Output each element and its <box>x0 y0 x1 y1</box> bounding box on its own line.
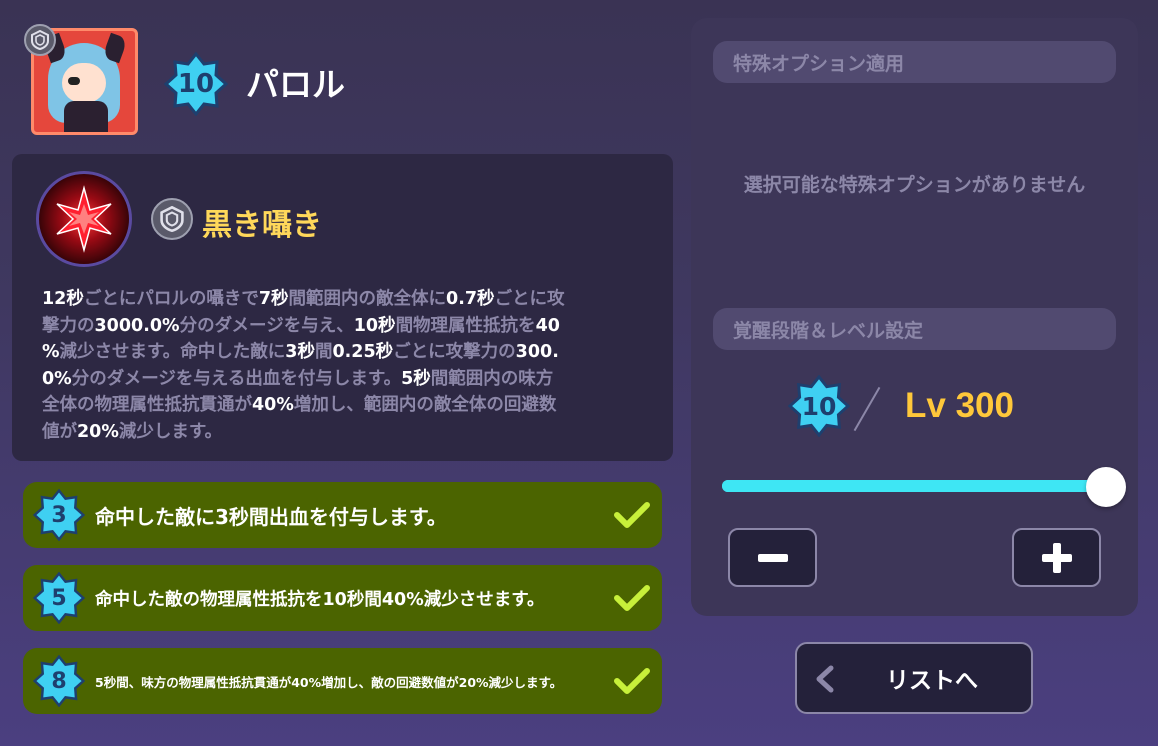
highlight-value: 0.7秒 <box>446 289 495 309</box>
skill-description-line: 12秒ごとにパロルの囁きで7秒間範囲内の敵全体に0.7秒ごとに攻 <box>42 286 642 313</box>
description-text: 間物理属性抵抗を <box>395 315 536 336</box>
special-option-empty-message: 選択可能な特殊オプションがありません <box>743 174 1086 196</box>
option-text: 5秒間、味方の物理属性抵抗貫通が40%増加し、敵の回避数値が20%減少します。 <box>95 674 563 690</box>
description-text: 減少します。 <box>118 421 223 442</box>
skill-description-line: 値が20%減少します。 <box>42 419 642 446</box>
skill-description-line: 撃力の3000.0%分のダメージを与え、10秒間物理属性抵抗を40 <box>42 313 642 340</box>
check-icon <box>614 502 650 528</box>
plus-icon <box>1041 542 1072 573</box>
description-text: ごとに攻撃力の <box>393 342 516 362</box>
awaken-level-badge: 10 <box>164 52 228 116</box>
description-text: 増加し、範囲内の敵全体の回避数 <box>293 395 557 415</box>
shield-grade-icon <box>151 198 193 240</box>
highlight-value: 40 <box>535 315 560 336</box>
awaken-option-row: 8 5秒間、味方の物理属性抵抗貫通が40%増加し、敵の回避数値が20%減少します… <box>23 648 662 714</box>
level-slider-track[interactable] <box>722 480 1112 492</box>
highlight-value: 10秒 <box>353 315 396 336</box>
highlight-value: 3秒 <box>285 342 315 362</box>
skill-name: 黒き囁き <box>202 208 322 243</box>
description-text: 間範囲内の味方 <box>430 368 554 389</box>
highlight-value: 7秒 <box>258 289 289 309</box>
description-text: 撃力の <box>42 315 95 336</box>
skill-description-line: 0%分のダメージを与える出血を付与します。5秒間範囲内の味方 <box>42 366 642 393</box>
shield-grade-icon <box>24 24 56 56</box>
level-slider-thumb[interactable] <box>1086 467 1126 507</box>
description-text: 減少させます。命中した敵に <box>59 342 286 362</box>
description-text: 全体の物理属性抵抗貫通が <box>42 395 252 415</box>
skill-panel: 黒き囁き 12秒ごとにパロルの囁きで7秒間範囲内の敵全体に0.7秒ごとに攻 撃力の… <box>12 154 673 461</box>
highlight-value: 5秒 <box>401 368 431 389</box>
back-to-list-label: リストへ <box>886 668 978 694</box>
option-text: 命中した敵の物理属性抵抗を10秒間40%減少させます。 <box>95 589 545 610</box>
red-star-skill-icon <box>36 171 132 267</box>
option-level-badge: 3 <box>33 489 85 541</box>
level-divider <box>853 386 881 432</box>
awaken-option-row: 5 命中した敵の物理属性抵抗を10秒間40%減少させます。 <box>23 565 662 631</box>
highlight-value: % <box>42 342 60 362</box>
description-text: ごとにパロルの囁きで <box>83 289 259 309</box>
highlight-value: 12秒 <box>42 289 84 309</box>
settings-panel: 特殊オプション適用 選択可能な特殊オプションがありません 覚醒段階＆レベル設定 … <box>691 18 1138 616</box>
level-slider-fill <box>722 480 1112 492</box>
level-setting-header: 覚醒段階＆レベル設定 <box>713 308 1116 350</box>
awaken-level-badge: 10 <box>788 375 850 437</box>
description-text: 分のダメージを与え、 <box>179 315 354 336</box>
character-name: パロル <box>246 65 345 104</box>
description-text: 間範囲内の敵全体に <box>288 289 447 309</box>
skill-description-line: %減少させます。命中した敵に3秒間0.25秒ごとに攻撃力の300. <box>42 339 642 366</box>
highlight-value: 300. <box>515 342 559 362</box>
level-text: Lv 300 <box>905 386 1014 425</box>
description-text: ごとに攻 <box>494 289 565 309</box>
skill-description: 12秒ごとにパロルの囁きで7秒間範囲内の敵全体に0.7秒ごとに攻 撃力の3000.… <box>42 286 642 445</box>
option-level-badge: 5 <box>33 572 85 624</box>
increase-level-button[interactable] <box>1012 528 1101 587</box>
option-text: 命中した敵に3秒間出血を付与します。 <box>95 504 447 529</box>
back-to-list-button[interactable]: リストへ <box>795 642 1033 714</box>
highlight-value: 3000.0% <box>94 315 180 336</box>
awaken-option-row: 3 命中した敵に3秒間出血を付与します。 <box>23 482 662 548</box>
decrease-level-button[interactable] <box>728 528 817 587</box>
highlight-value: 20% <box>77 421 119 442</box>
special-option-header: 特殊オプション適用 <box>713 41 1116 83</box>
description-text: 分のダメージを与える出血を付与します。 <box>71 368 402 389</box>
highlight-value: 0% <box>42 368 72 389</box>
check-icon <box>614 585 650 611</box>
highlight-value: 40% <box>252 395 294 415</box>
description-text: 値が <box>42 421 77 442</box>
highlight-value: 0.25秒 <box>332 342 394 362</box>
description-text: 間 <box>314 342 333 362</box>
check-icon <box>614 668 650 694</box>
option-level-badge: 8 <box>33 655 85 707</box>
skill-description-line: 全体の物理属性抵抗貫通が40%増加し、範囲内の敵全体の回避数 <box>42 392 642 419</box>
minus-icon <box>757 553 788 562</box>
